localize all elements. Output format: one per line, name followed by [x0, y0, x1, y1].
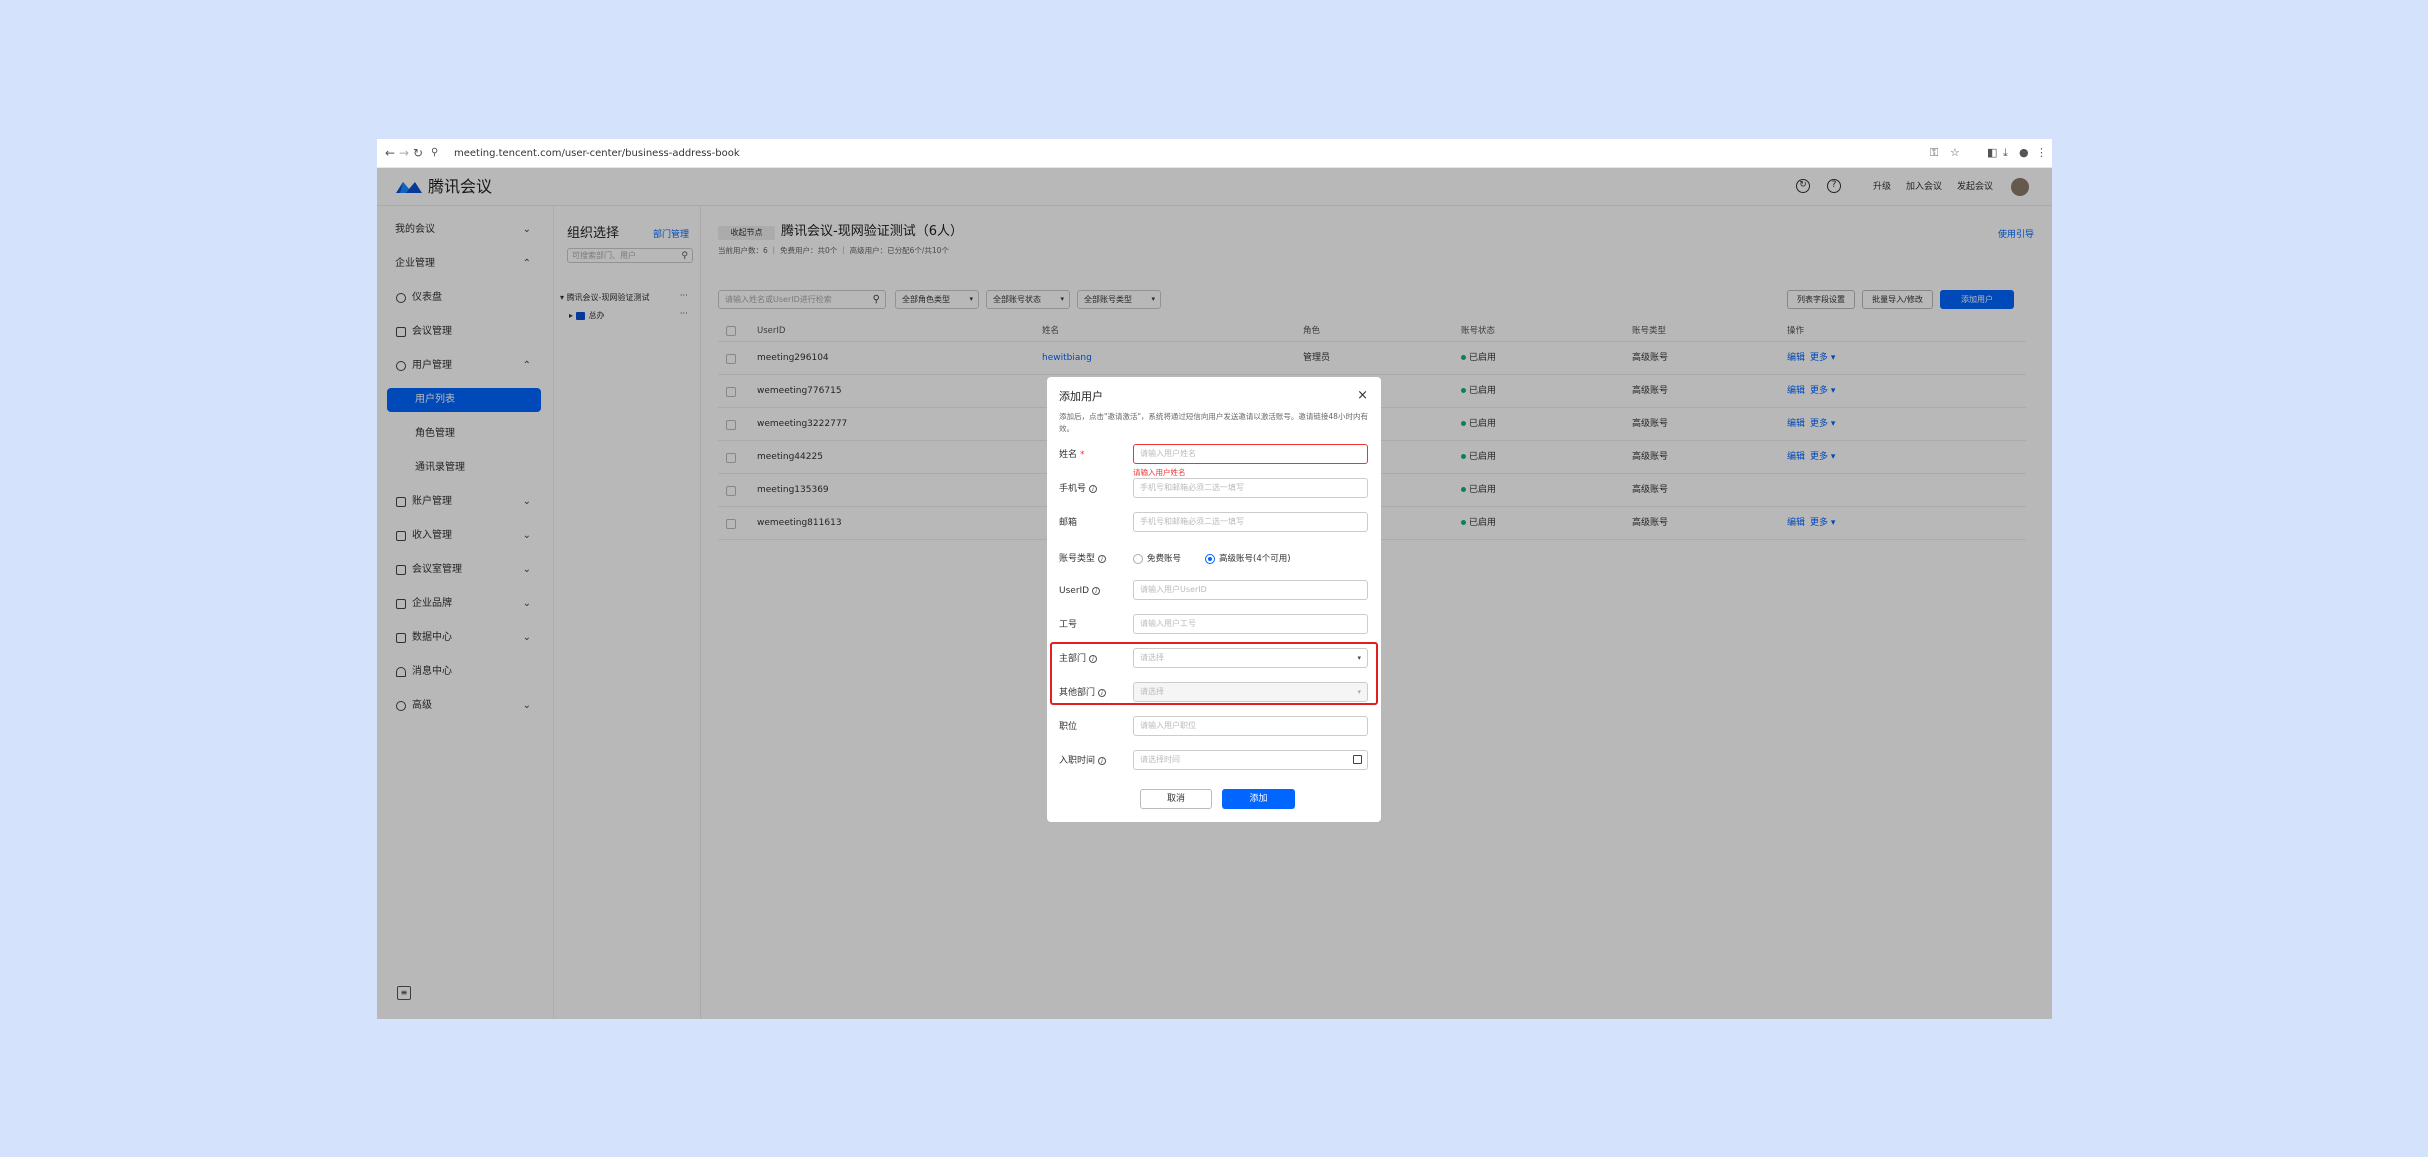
- free-account-radio[interactable]: 免费账号: [1133, 553, 1181, 565]
- join-date-picker[interactable]: 请选择时间: [1133, 750, 1368, 770]
- name-error-message: 请输入用户姓名: [1133, 468, 1186, 477]
- email-label: 邮箱: [1059, 518, 1078, 528]
- add-button[interactable]: 添加: [1222, 789, 1295, 809]
- phone-label: 手机号 i: [1059, 483, 1098, 495]
- name-label: 姓名 *: [1059, 450, 1085, 460]
- calendar-icon[interactable]: [1353, 755, 1362, 764]
- download-icon[interactable]: ⤓: [2003, 146, 2008, 160]
- info-icon[interactable]: i: [1092, 586, 1101, 595]
- site-info-icon[interactable]: ⚲: [431, 145, 438, 161]
- premium-account-radio[interactable]: 高级账号(4个可用): [1205, 553, 1291, 565]
- cancel-button[interactable]: 取消: [1140, 789, 1212, 809]
- close-icon[interactable]: ×: [1357, 388, 1368, 404]
- info-icon[interactable]: i: [1089, 484, 1098, 493]
- required-mark: *: [1080, 450, 1085, 460]
- job-no-input[interactable]: 请输入用户工号: [1133, 614, 1368, 634]
- radio-circle-selected: [1205, 553, 1215, 564]
- email-input[interactable]: 手机号和邮箱必须二选一填写: [1133, 512, 1368, 532]
- radio-circle: [1133, 553, 1143, 564]
- side-panel-icon[interactable]: ◧: [1987, 146, 1997, 160]
- add-user-dialog: 添加用户 × 添加后，点击"邀请激活"，系统将通过短信向用户发送邀请以激活账号。…: [1047, 377, 1381, 822]
- position-input[interactable]: 请输入用户职位: [1133, 716, 1368, 736]
- address-bar[interactable]: meeting.tencent.com/user-center/business…: [454, 144, 1944, 163]
- profile-icon[interactable]: ●: [2019, 146, 2029, 160]
- dialog-title: 添加用户: [1059, 390, 1103, 403]
- job-no-label: 工号: [1059, 620, 1078, 630]
- browser-toolbar: ← → ↻ ⚲ meeting.tencent.com/user-center/…: [377, 139, 2052, 168]
- bookmark-star-icon[interactable]: ☆: [1950, 146, 1960, 160]
- dialog-description: 添加后，点击"邀请激活"，系统将通过短信向用户发送邀请以激活账号。邀请链接48小…: [1059, 412, 1368, 433]
- position-label: 职位: [1059, 722, 1078, 732]
- reload-icon[interactable]: ↻: [413, 145, 423, 161]
- forward-arrow-icon[interactable]: →: [399, 145, 409, 161]
- key-icon[interactable]: ⚿: [1930, 146, 1938, 160]
- userid-input[interactable]: 请输入用户UserID: [1133, 580, 1368, 600]
- account-type-label: 账号类型 i: [1059, 553, 1107, 565]
- back-arrow-icon[interactable]: ←: [385, 145, 395, 161]
- menu-kebab-icon[interactable]: ⋮: [2036, 146, 2047, 160]
- phone-input[interactable]: 手机号和邮箱必须二选一填写: [1133, 478, 1368, 498]
- info-icon[interactable]: i: [1098, 756, 1107, 765]
- info-icon[interactable]: i: [1098, 554, 1107, 563]
- join-date-label: 入职时间 i: [1059, 755, 1107, 767]
- highlight-box: [1050, 642, 1378, 705]
- userid-label: UserID i: [1059, 585, 1101, 597]
- name-input[interactable]: 请输入用户姓名: [1133, 444, 1368, 464]
